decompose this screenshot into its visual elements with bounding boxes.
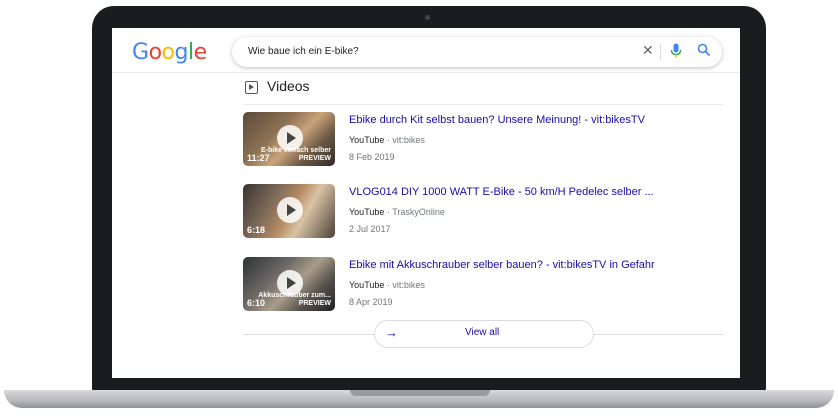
laptop-notch (350, 390, 490, 396)
video-date: 8 Feb 2019 (349, 152, 395, 162)
video-date: 8 Apr 2019 (349, 297, 393, 307)
microphone-icon[interactable] (670, 43, 682, 64)
logo-letter: e (193, 40, 208, 65)
logo-letter: o (148, 40, 162, 65)
video-channel: vit:bikes (392, 280, 425, 290)
video-platform: YouTube (349, 280, 385, 290)
view-all-label: View all (465, 327, 500, 338)
video-thumbnail[interactable]: 6:10 Akkuschrauber zum... PREVIEW (243, 257, 335, 311)
logo-letter: G (132, 40, 149, 65)
section-title: Videos (267, 78, 310, 94)
section-divider (243, 104, 723, 105)
header-divider (112, 72, 740, 73)
video-platform: YouTube (349, 207, 385, 217)
video-source: YouTube · vit:bikes (349, 135, 425, 145)
logo-letter: g (174, 40, 189, 65)
video-title-link[interactable]: Ebike durch Kit selbst bauen? Unsere Mei… (349, 114, 645, 126)
search-divider (660, 44, 661, 60)
video-channel: TraskyOnline (392, 207, 445, 217)
video-source: YouTube · TraskyOnline (349, 207, 445, 217)
thumbnail-caption: Akkuschrauber zum... PREVIEW (258, 292, 331, 307)
close-icon[interactable]: ✕ (642, 42, 654, 59)
video-channel: vit:bikes (392, 135, 425, 145)
video-source: YouTube · vit:bikes (349, 280, 425, 290)
video-title-link[interactable]: Ebike mit Akkuschrauber selber bauen? - … (349, 259, 655, 271)
video-date: 2 Jul 2017 (349, 224, 391, 234)
video-duration: 6:18 (247, 225, 266, 235)
video-result[interactable]: 6:18 VLOG014 DIY 1000 WATT E-Bike - 50 k… (243, 184, 723, 244)
browser-screen: Google Wie baue ich ein E-bike? ✕ Videos (112, 28, 740, 378)
video-result[interactable]: 11:27 E-bike einfach selber PREVIEW Ebik… (243, 112, 723, 172)
search-box[interactable]: Wie baue ich ein E-bike? ✕ (232, 37, 722, 67)
video-thumbnail[interactable]: 11:27 E-bike einfach selber PREVIEW (243, 112, 335, 166)
search-icon[interactable] (697, 43, 711, 62)
webcam (425, 15, 430, 20)
search-input[interactable]: Wie baue ich ein E-bike? (248, 46, 359, 57)
arrow-right-icon: → (385, 325, 398, 340)
thumbnail-caption: E-bike einfach selber PREVIEW (260, 147, 331, 162)
google-logo[interactable]: Google (132, 40, 207, 65)
video-icon (245, 81, 258, 94)
video-platform: YouTube (349, 135, 385, 145)
video-title-link[interactable]: VLOG014 DIY 1000 WATT E-Bike - 50 km/H P… (349, 186, 654, 198)
view-all-button[interactable]: → View all (374, 320, 594, 348)
play-icon[interactable] (277, 197, 303, 223)
logo-letter: o (161, 40, 175, 65)
video-result[interactable]: 6:10 Akkuschrauber zum... PREVIEW Ebike … (243, 257, 723, 317)
video-thumbnail[interactable]: 6:18 (243, 184, 335, 238)
